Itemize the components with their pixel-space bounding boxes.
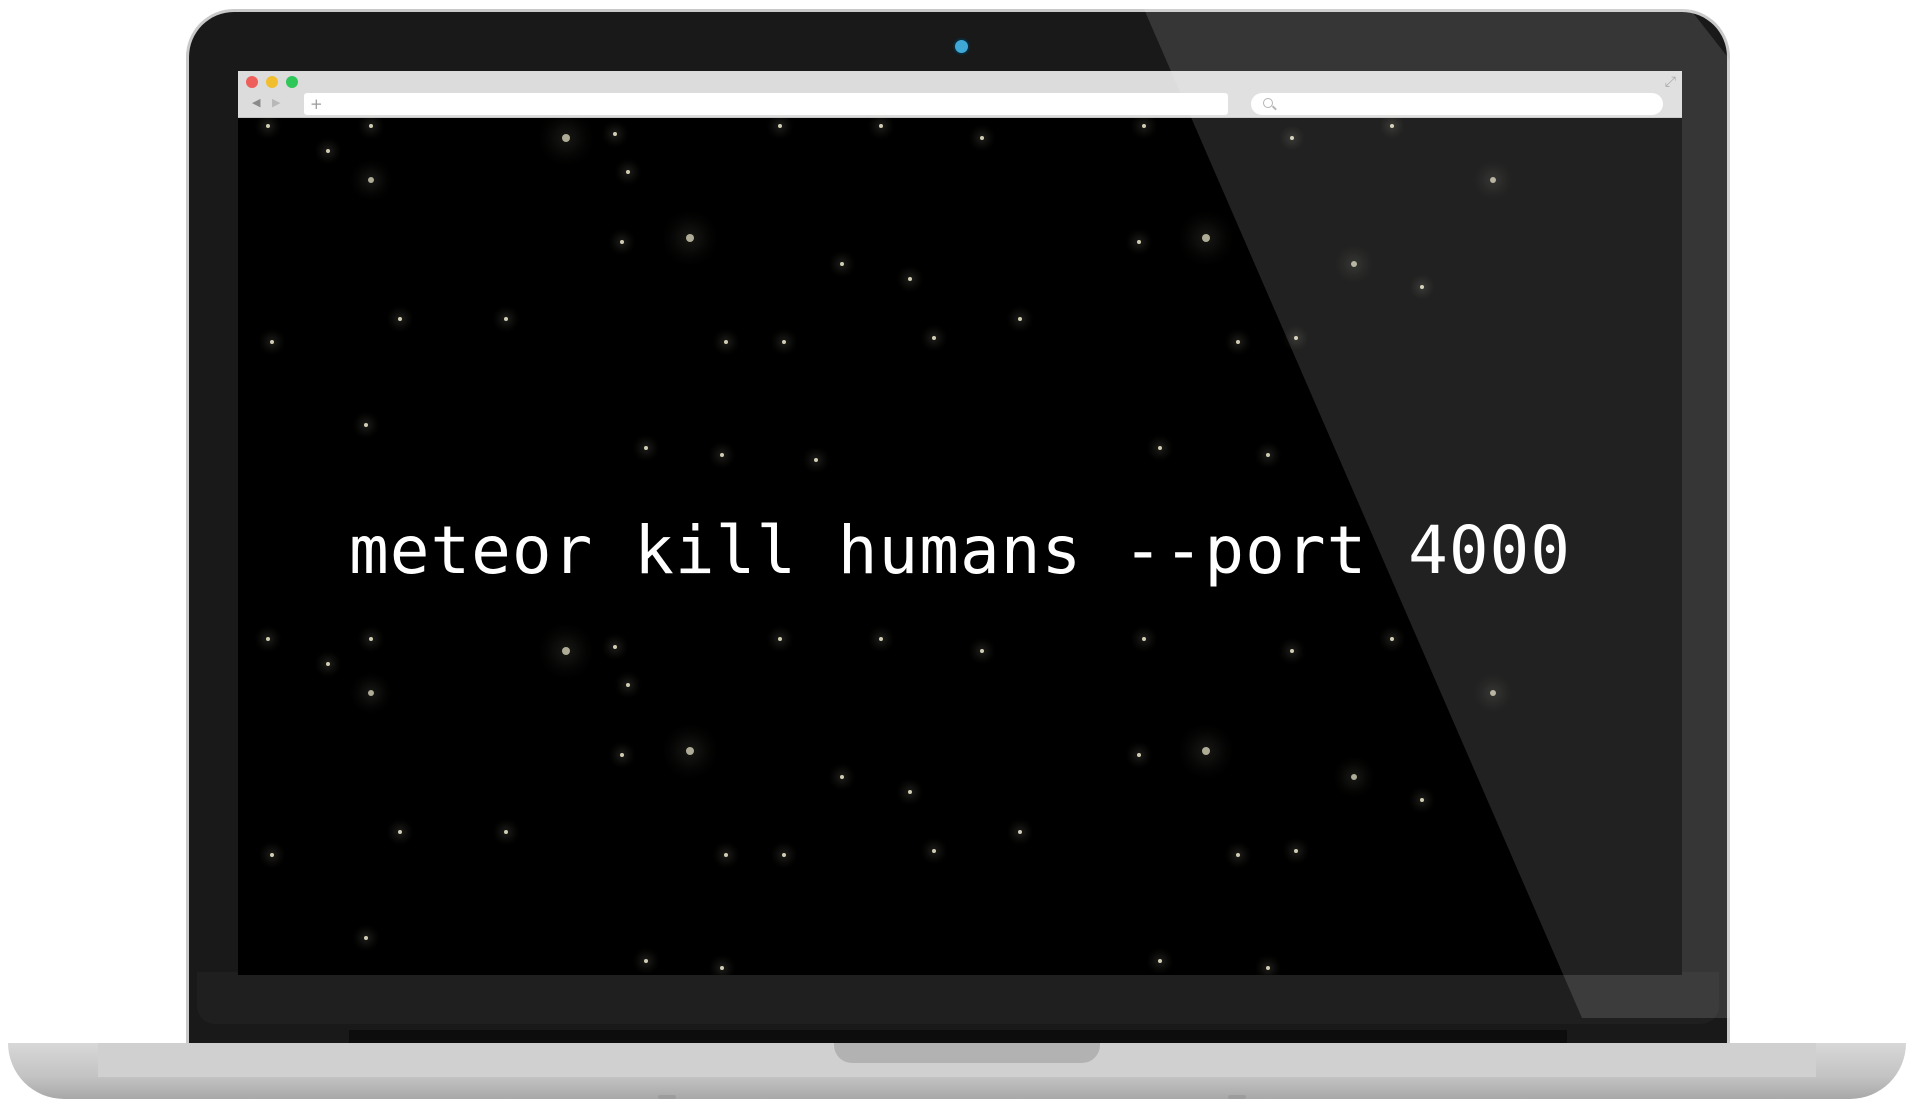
laptop-chin — [197, 972, 1719, 1024]
minimize-window-button[interactable] — [266, 76, 278, 88]
star — [1351, 774, 1357, 780]
star — [398, 830, 402, 834]
laptop-foot — [1228, 1095, 1246, 1099]
star — [1351, 261, 1357, 267]
star — [1018, 830, 1022, 834]
webcam-icon — [953, 38, 970, 55]
laptop-screen: ◀ ▶ + ⤢ meteor kill humans --port 4000 — [238, 71, 1682, 975]
star — [778, 124, 782, 128]
star — [626, 170, 630, 174]
star — [1390, 124, 1394, 128]
star — [644, 959, 648, 963]
star — [778, 637, 782, 641]
star — [368, 177, 374, 183]
search-icon — [1263, 98, 1273, 108]
star — [1420, 285, 1424, 289]
star — [1290, 649, 1294, 653]
star — [686, 234, 694, 242]
star — [1294, 849, 1298, 853]
star — [270, 340, 274, 344]
star — [644, 446, 648, 450]
star — [364, 936, 368, 940]
star — [724, 340, 728, 344]
star — [1290, 136, 1294, 140]
star — [879, 637, 883, 641]
star — [364, 423, 368, 427]
star — [1142, 124, 1146, 128]
star — [1137, 240, 1141, 244]
star — [504, 830, 508, 834]
search-input[interactable] — [1251, 93, 1663, 115]
star — [1420, 798, 1424, 802]
star — [613, 645, 617, 649]
fullscreen-icon[interactable]: ⤢ — [1665, 75, 1676, 89]
star — [1158, 959, 1162, 963]
star — [1490, 690, 1496, 696]
star — [908, 790, 912, 794]
hero-command-text: meteor kill humans --port 4000 — [348, 512, 1572, 589]
star — [626, 683, 630, 687]
star — [1266, 453, 1270, 457]
star — [1236, 853, 1240, 857]
star — [814, 458, 818, 462]
star — [562, 134, 570, 142]
star — [326, 662, 330, 666]
star — [504, 317, 508, 321]
star — [980, 649, 984, 653]
star — [686, 747, 694, 755]
star — [908, 277, 912, 281]
maximize-window-button[interactable] — [286, 76, 298, 88]
star — [720, 966, 724, 970]
star — [724, 853, 728, 857]
new-tab-icon[interactable]: + — [310, 94, 323, 114]
star — [266, 637, 270, 641]
star — [620, 753, 624, 757]
star — [782, 340, 786, 344]
star — [270, 853, 274, 857]
star — [932, 336, 936, 340]
forward-arrow-icon[interactable]: ▶ — [272, 95, 280, 111]
laptop-open-notch — [834, 1043, 1100, 1063]
star — [1266, 966, 1270, 970]
star — [266, 124, 270, 128]
laptop-base — [8, 1043, 1906, 1099]
star — [1202, 234, 1210, 242]
star — [980, 136, 984, 140]
star — [613, 132, 617, 136]
star — [1137, 753, 1141, 757]
back-arrow-icon[interactable]: ◀ — [252, 95, 260, 111]
close-window-button[interactable] — [246, 76, 258, 88]
star — [398, 317, 402, 321]
star — [368, 690, 374, 696]
star — [620, 240, 624, 244]
star — [840, 262, 844, 266]
star — [1142, 637, 1146, 641]
star — [369, 124, 373, 128]
star — [1390, 637, 1394, 641]
star — [782, 853, 786, 857]
star — [1236, 340, 1240, 344]
starfield-canvas: meteor kill humans --port 4000 — [238, 118, 1682, 975]
star — [369, 637, 373, 641]
star — [840, 775, 844, 779]
star — [562, 647, 570, 655]
star — [1294, 336, 1298, 340]
star — [326, 149, 330, 153]
star — [1202, 747, 1210, 755]
address-bar[interactable]: + — [304, 93, 1228, 115]
star — [879, 124, 883, 128]
browser-toolbar: ◀ ▶ + ⤢ — [238, 71, 1682, 118]
laptop-foot — [658, 1095, 676, 1099]
star — [1018, 317, 1022, 321]
star — [932, 849, 936, 853]
star — [720, 453, 724, 457]
star — [1158, 446, 1162, 450]
star — [1490, 177, 1496, 183]
